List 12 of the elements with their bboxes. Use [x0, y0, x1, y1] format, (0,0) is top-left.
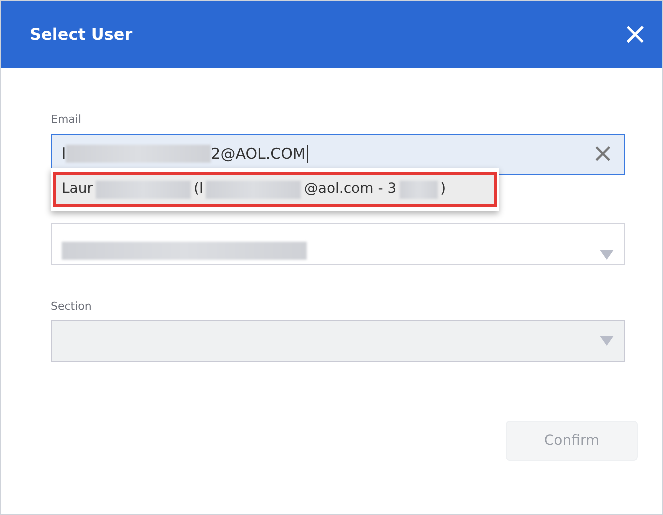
- email-text: l: [62, 144, 66, 165]
- suggestion-text: @aol.com - 3: [304, 180, 397, 199]
- email-text: 2@AOL.COM: [211, 144, 306, 165]
- field-label: Section: [51, 298, 93, 314]
- suggestion-text: (l: [194, 180, 204, 199]
- suggestion-item[interactable]: Laur (l @aol.com - 3 ): [53, 172, 497, 207]
- clear-button[interactable]: ×: [592, 141, 614, 167]
- field-label: Email: [51, 112, 83, 128]
- dialog-title: Select User: [30, 24, 133, 46]
- close-button[interactable]: ×: [622, 20, 648, 50]
- suggestion-text: Laur: [62, 180, 94, 199]
- suggestion-text: ): [440, 180, 446, 199]
